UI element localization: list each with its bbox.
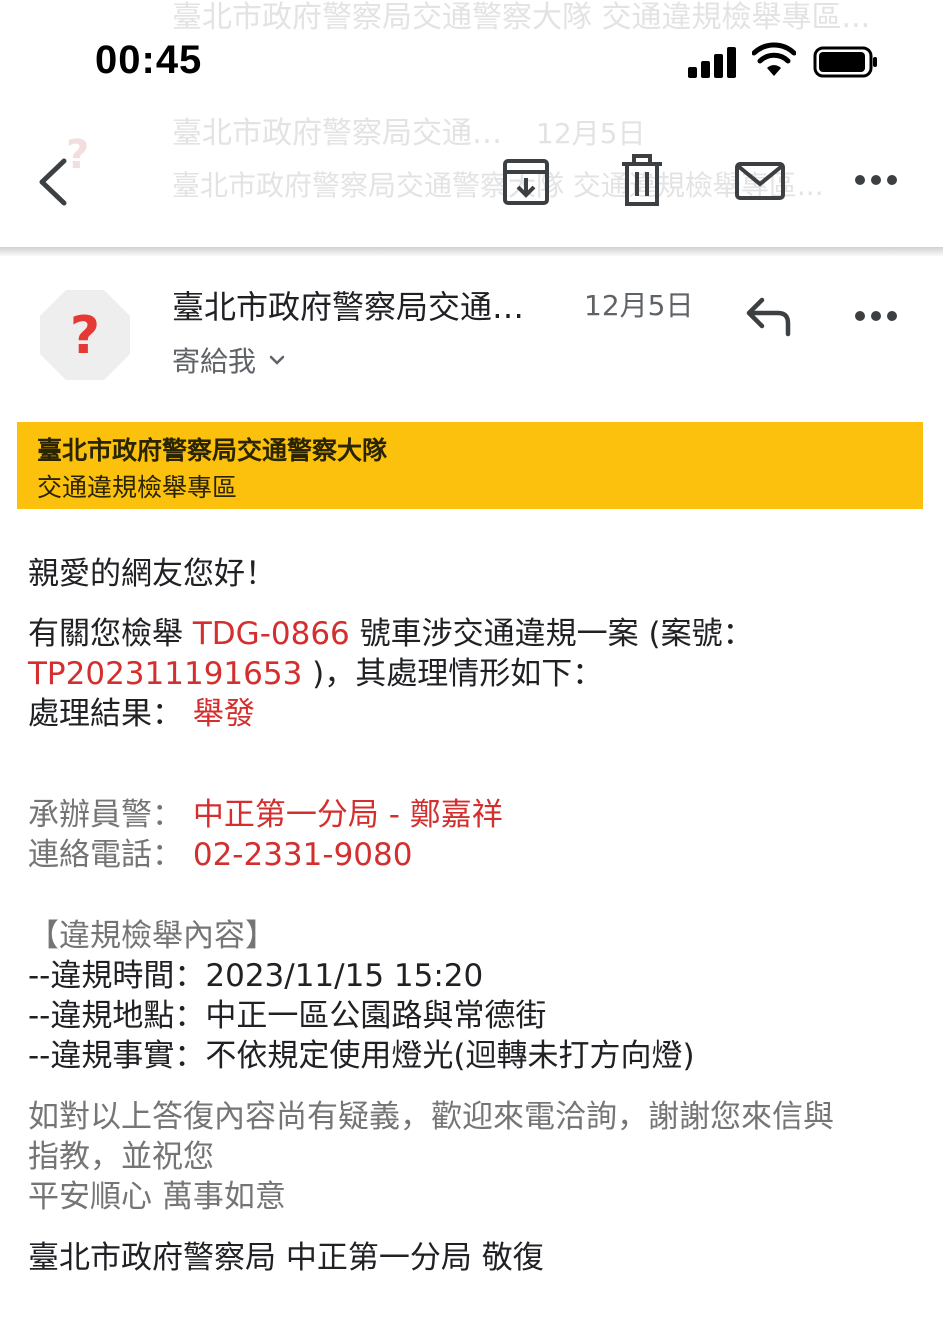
violation-time: --違規時間：2023/11/15 15:20 [28, 958, 484, 994]
result-line: 處理結果： 舉發 [28, 696, 255, 732]
message-header: ? 臺北市政府警察局交通… 12月5日 寄給我 [0, 262, 943, 412]
mail-icon [735, 162, 785, 200]
body-line: TP202311191653 )，其處理情形如下： [28, 656, 604, 692]
mark-unread-button[interactable] [730, 158, 790, 204]
question-mark-icon: ? [70, 306, 100, 366]
message-more-button[interactable] [850, 298, 902, 334]
trash-icon [622, 154, 662, 206]
reply-button[interactable] [744, 294, 794, 340]
back-button[interactable] [28, 154, 76, 210]
delete-button[interactable] [616, 152, 668, 210]
email-banner: 臺北市政府警察局交通警察大隊 交通違規檢舉專區 [17, 422, 923, 509]
officer-value: 中正第一分局 - 鄭嘉祥 [183, 797, 503, 833]
more-horizontal-icon [855, 175, 897, 185]
recipient-toggle[interactable]: 寄給我 [172, 340, 286, 380]
status-bar: 00:45 [0, 0, 943, 120]
closing-line: 平安順心 萬事如意 [28, 1179, 286, 1215]
more-horizontal-icon [855, 311, 897, 321]
body-line: 有關您檢舉 TDG-0866 號車涉交通違規一案 (案號： [28, 616, 754, 652]
more-options-button[interactable] [850, 162, 902, 198]
section-title: 【違規檢舉內容】 [28, 918, 276, 954]
signature: 臺北市政府警察局 中正第一分局 敬復 [28, 1240, 544, 1276]
plate-number: TDG-0866 [192, 616, 350, 652]
archive-button[interactable] [498, 154, 554, 210]
banner-subtitle: 交通違規檢舉專區 [37, 473, 238, 502]
message-date: 12月5日 [584, 289, 694, 322]
phone-line: 連絡電話： 02-2331-9080 [28, 837, 413, 873]
case-number: TP202311191653 [28, 656, 303, 692]
sender-name[interactable]: 臺北市政府警察局交通… [172, 282, 524, 328]
chevron-left-icon [39, 158, 67, 206]
closing-line: 如對以上答復內容尚有疑義，歡迎來電洽詢，謝謝您來信與 [28, 1099, 834, 1135]
sender-avatar[interactable]: ? [40, 290, 130, 380]
banner-title: 臺北市政府警察局交通警察大隊 [37, 436, 388, 465]
clock: 00:45 [95, 38, 203, 82]
closing-line: 指教，並祝您 [28, 1139, 214, 1175]
battery-icon [813, 46, 877, 78]
archive-icon [503, 159, 549, 205]
violation-place: --違規地點：中正一區公園路與常德街 [28, 998, 547, 1034]
email-view: 臺北市政府警察局交通警察大隊 交通違規檢舉專區... ? 臺北市政府警察局交通…… [0, 0, 943, 1326]
toolbar-divider [0, 247, 943, 257]
phone-number: 02-2331-9080 [183, 837, 413, 873]
wifi-icon [752, 42, 796, 76]
reply-icon [746, 297, 791, 337]
greeting: 親愛的網友您好！ [28, 556, 276, 592]
recipient-label: 寄給我 [172, 345, 257, 378]
result-value: 舉發 [183, 696, 255, 732]
officer-line: 承辦員警： 中正第一分局 - 鄭嘉祥 [28, 797, 503, 833]
message-toolbar [0, 140, 943, 220]
violation-fact: --違規事實：不依規定使用燈光(迴轉未打方向燈) [28, 1038, 695, 1074]
cellular-signal-icon [688, 46, 738, 78]
chevron-down-icon [269, 355, 285, 365]
